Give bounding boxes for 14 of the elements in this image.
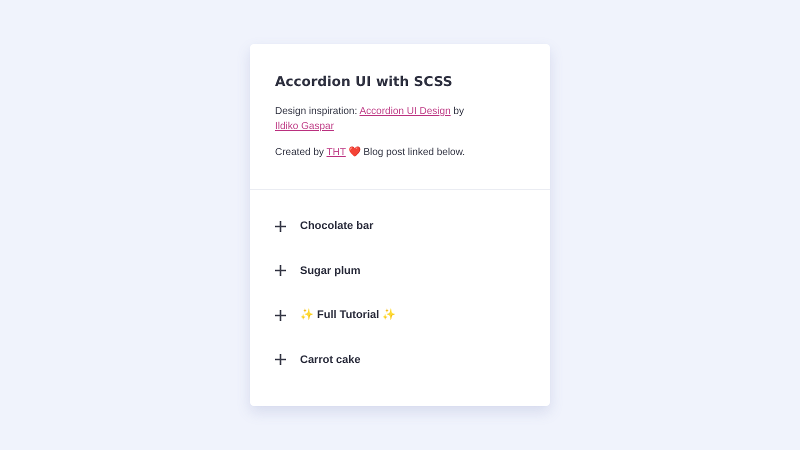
plus-icon (275, 310, 286, 321)
accordion-item[interactable]: Carrot cake (275, 344, 525, 376)
link[interactable]: Accordion UI Design (360, 106, 451, 118)
plus-icon (275, 220, 286, 232)
intro-text: Created by THT ❤ Blog post linked below. (275, 146, 466, 160)
plus-icon (275, 354, 286, 366)
link[interactable]: Ildiko Gaspar (275, 121, 334, 132)
accordion-item[interactable]: ✨ Full Tutorial ✨ (275, 299, 525, 332)
plus-icon (275, 265, 286, 276)
intro-text: Design inspiration: Accordion UI Design by Ildiko Gaspar (275, 105, 465, 134)
accordion-item[interactable]: Sugar plum (275, 254, 525, 288)
link[interactable]: THT (326, 147, 346, 158)
accordion-item[interactable]: Chocolate bar (275, 210, 525, 243)
card-title: Accordion UI with SCSS (275, 74, 454, 90)
